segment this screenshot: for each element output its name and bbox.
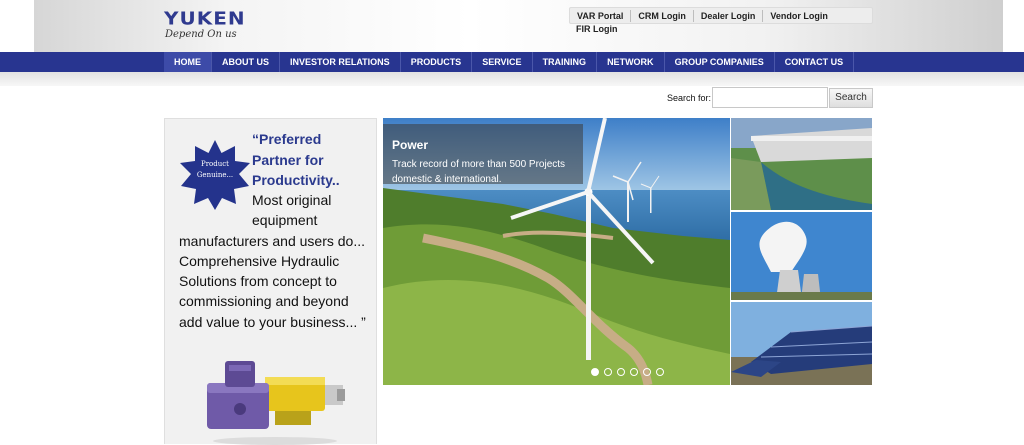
- crm-login-link[interactable]: CRM Login: [631, 9, 694, 22]
- promo-body-line-2: equipment: [252, 212, 318, 229]
- promo-body-text: manufacturers and users do... Comprehens…: [179, 232, 366, 330]
- slide-caption: Power Track record of more than 500 Proj…: [383, 124, 583, 185]
- search-button[interactable]: Search: [829, 88, 873, 108]
- logo-wordmark: YUKEN: [164, 7, 246, 29]
- subnav-bar: [0, 72, 1024, 86]
- badge-text: Product Genuine...: [179, 159, 251, 181]
- nav-training[interactable]: TRAINING: [533, 52, 598, 72]
- vendor-login-link[interactable]: Vendor Login: [763, 10, 835, 22]
- main-nav: HOME ABOUT US INVESTOR RELATIONS PRODUCT…: [0, 52, 1024, 76]
- nav-contact-us[interactable]: CONTACT US: [775, 52, 855, 72]
- yuken-logo[interactable]: YUKEN Depend On us: [164, 6, 254, 44]
- slider-dots: [591, 368, 664, 376]
- promo-heading-line-3: Productivity..: [252, 172, 340, 188]
- slide-title: Power: [392, 138, 429, 152]
- slider-dot-5[interactable]: [643, 368, 651, 376]
- dam-thumbnail[interactable]: [731, 118, 872, 210]
- fir-login-link[interactable]: FIR Login: [576, 24, 618, 34]
- nav-about-us[interactable]: ABOUT US: [212, 52, 280, 72]
- nav-group-companies[interactable]: GROUP COMPANIES: [665, 52, 775, 72]
- nav-items: HOME ABOUT US INVESTOR RELATIONS PRODUCT…: [164, 52, 855, 76]
- slider-dot-6[interactable]: [656, 368, 664, 376]
- hero-slider[interactable]: Power Track record of more than 500 Proj…: [383, 118, 730, 385]
- promo-heading: “Preferred Partner for Productivity..: [252, 129, 372, 191]
- promo-body-indent: Most original: [252, 192, 332, 208]
- slider-dot-1[interactable]: [591, 368, 599, 376]
- promo-panel: Product Genuine... “Preferred Partner fo…: [164, 118, 377, 445]
- slider-dot-4[interactable]: [630, 368, 638, 376]
- badge-line-2: Genuine...: [196, 171, 234, 179]
- search-label: Search for:: [667, 93, 712, 103]
- nav-home[interactable]: HOME: [164, 52, 212, 76]
- solenoid-valve-product-image[interactable]: [205, 355, 345, 445]
- promo-heading-line-1: “Preferred: [252, 131, 322, 147]
- promo-heading-line-2: Partner for: [252, 151, 324, 168]
- promo-body: Most original equipment manufacturers an…: [179, 190, 374, 332]
- badge-line-1: Product: [201, 160, 229, 168]
- nav-network[interactable]: NETWORK: [597, 52, 665, 72]
- nav-service[interactable]: SERVICE: [472, 52, 533, 72]
- slide-text: Track record of more than 500 Projects d…: [392, 159, 566, 185]
- solar-panel-thumbnail[interactable]: [731, 302, 872, 385]
- login-bar: VAR Portal CRM Login Dealer Login Vendor…: [569, 7, 873, 24]
- var-portal-link[interactable]: VAR Portal: [570, 9, 632, 22]
- cooling-tower-thumbnail[interactable]: [731, 212, 872, 300]
- search-input[interactable]: [712, 87, 828, 108]
- logo-tagline: Depend On us: [165, 29, 237, 40]
- dealer-login-link[interactable]: Dealer Login: [694, 9, 764, 22]
- nav-products[interactable]: PRODUCTS: [401, 52, 473, 72]
- slider-dot-2[interactable]: [604, 368, 612, 376]
- slider-dot-3[interactable]: [617, 368, 625, 376]
- nav-investor-relations[interactable]: INVESTOR RELATIONS: [280, 52, 401, 72]
